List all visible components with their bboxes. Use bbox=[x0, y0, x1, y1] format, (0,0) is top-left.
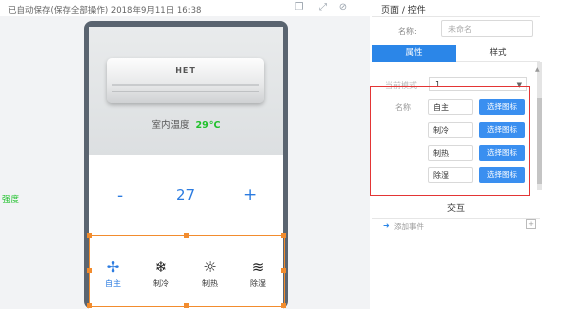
dehumidify-icon: ≋ bbox=[251, 258, 265, 276]
resize-handle[interactable] bbox=[87, 303, 92, 308]
name-label: 名称: bbox=[398, 27, 417, 36]
tab-style[interactable]: 样式 bbox=[456, 45, 540, 62]
resize-handle[interactable] bbox=[281, 233, 286, 238]
add-event-button[interactable]: + bbox=[526, 219, 536, 229]
ac-vent bbox=[112, 84, 259, 86]
mode-label: 制热 bbox=[202, 279, 218, 288]
resize-handle[interactable] bbox=[87, 233, 92, 238]
icon-name-input[interactable]: 自主 bbox=[428, 99, 473, 115]
mode-cool[interactable]: ❄ 制冷 bbox=[141, 259, 181, 289]
snowflake-icon: ❄ bbox=[154, 258, 168, 276]
ac-brand-logo: HET bbox=[175, 66, 196, 75]
sun-icon: ☼ bbox=[203, 258, 217, 276]
interaction-heading: 交互 bbox=[446, 204, 465, 214]
mode-label: 除湿 bbox=[250, 279, 266, 288]
autosave-status: 已自动保存(保存全部操作) 2018年9月11日 16:38 bbox=[8, 6, 202, 16]
select-icon-button[interactable]: 选择图标 bbox=[479, 145, 525, 161]
resize-handle[interactable] bbox=[184, 233, 189, 238]
decrease-button[interactable]: - bbox=[117, 186, 123, 206]
resize-handle[interactable] bbox=[87, 268, 92, 273]
select-icon-button[interactable]: 选择图标 bbox=[479, 167, 525, 183]
resize-handle[interactable] bbox=[281, 303, 286, 308]
set-temperature: 27 bbox=[176, 186, 196, 204]
fullscreen-icon[interactable]: ⤢ bbox=[317, 2, 329, 14]
scrollbar-thumb[interactable] bbox=[537, 98, 542, 184]
icon-names-label: 名称 bbox=[395, 103, 411, 112]
add-event-label[interactable]: 添加事件 bbox=[394, 221, 424, 232]
speed-label: 强度 bbox=[2, 195, 20, 205]
panel-breadcrumb: 页面 / 控件 bbox=[381, 6, 426, 16]
mode-heat[interactable]: ☼ 制热 bbox=[190, 259, 230, 289]
resize-handle[interactable] bbox=[281, 268, 286, 273]
hide-icon[interactable]: ⊘ bbox=[337, 2, 349, 14]
icon-name-input[interactable]: 制冷 bbox=[428, 122, 473, 138]
mode-label: 制冷 bbox=[153, 279, 169, 288]
increase-button[interactable]: + bbox=[243, 185, 257, 205]
air-conditioner-image: HET bbox=[107, 58, 264, 103]
mode-auto[interactable]: ✢ 自主 bbox=[93, 259, 133, 289]
select-icon-button[interactable]: 选择图标 bbox=[479, 122, 525, 138]
copy-icon[interactable]: ❐ bbox=[293, 2, 305, 14]
mode-label: 自主 bbox=[105, 279, 121, 288]
resize-handle[interactable] bbox=[184, 303, 189, 308]
widget-name-input[interactable]: 未命名 bbox=[441, 20, 533, 37]
divider bbox=[372, 16, 540, 17]
tab-properties[interactable]: 属性 bbox=[372, 45, 456, 62]
icon-name-input[interactable]: 制热 bbox=[428, 145, 473, 161]
scroll-up-icon[interactable]: ▲ bbox=[535, 66, 540, 73]
ac-vent bbox=[112, 91, 259, 92]
fan-icon: ✢ bbox=[106, 258, 120, 276]
icon-name-input[interactable]: 除湿 bbox=[428, 167, 473, 183]
mode-dehumidify[interactable]: ≋ 除湿 bbox=[238, 259, 278, 289]
indoor-temp-label: 室内温度 bbox=[151, 120, 190, 131]
indoor-temp-value: 29°C bbox=[195, 120, 221, 131]
event-icon: ➜ bbox=[383, 221, 390, 230]
indoor-temperature: 室内温度 29°C bbox=[89, 117, 283, 131]
select-icon-button[interactable]: 选择图标 bbox=[479, 99, 525, 115]
